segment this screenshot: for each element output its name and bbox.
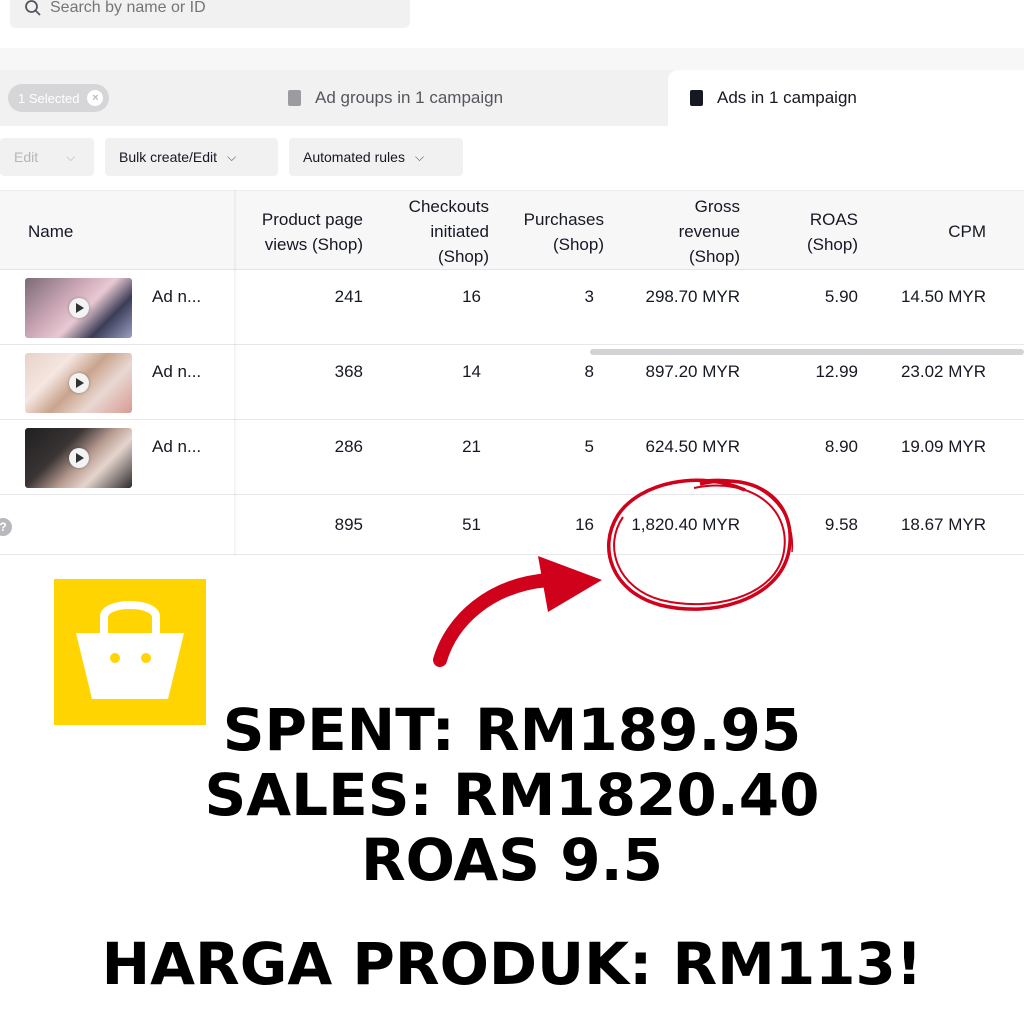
spent-text: SPENT: RM189.95 (222, 696, 802, 764)
red-circle-annotation (607, 478, 794, 611)
roas-text: ROAS 9.5 (360, 826, 663, 894)
red-arrow-annotation (433, 556, 602, 667)
product-price-text: HARGA PRODUK: RM113! (101, 930, 923, 998)
sales-text: SALES: RM1820.40 (204, 761, 820, 829)
